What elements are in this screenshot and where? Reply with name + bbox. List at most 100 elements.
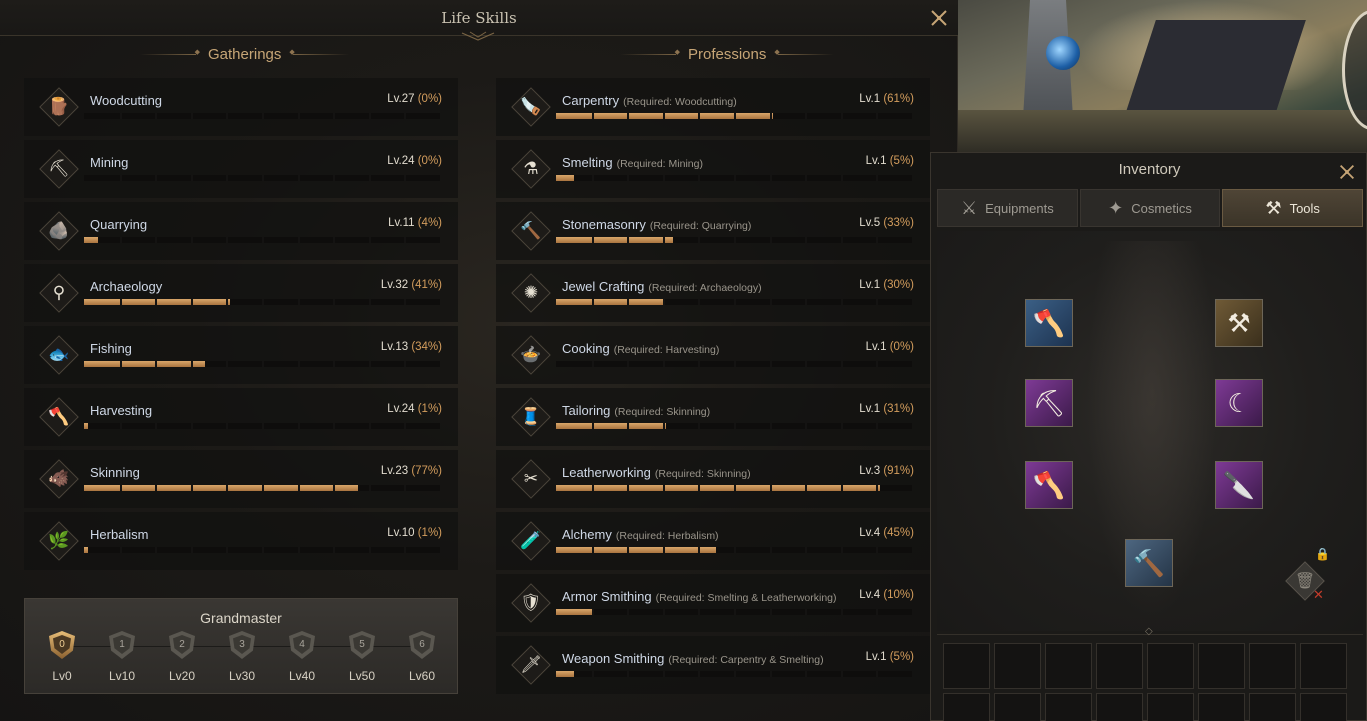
professions-row[interactable]: ✂ Leatherworking (Required: Skinning) Lv.3 … <box>496 450 930 508</box>
skill-progress-bar <box>556 113 912 119</box>
tab-label: Tools <box>1289 200 1320 216</box>
skill-requirement: (Required: Harvesting) <box>613 344 720 356</box>
sickle-icon[interactable]: ☾ <box>1215 379 1263 427</box>
gatherings-row[interactable]: 🪨 Quarrying Lv.11 (4%) <box>24 202 458 260</box>
skill-name: Stonemasonry (Required: Quarrying) <box>562 217 752 232</box>
fishing-icon: 🐟 <box>39 335 79 375</box>
tab-tools[interactable]: ⚒ Tools <box>1222 189 1364 227</box>
inventory-slot[interactable] <box>1249 693 1296 721</box>
skill-name: Fishing <box>90 341 132 356</box>
skill-name: Woodcutting <box>90 93 163 108</box>
skill-progress-bar <box>556 671 912 677</box>
skill-level: Lv.32 (41%) <box>380 279 442 291</box>
professions-row[interactable]: ⚗ Smelting (Required: Mining) Lv.1 (5%) <box>496 140 930 198</box>
inventory-slot[interactable] <box>1300 643 1347 689</box>
inventory-slot[interactable] <box>943 693 990 721</box>
close-life-skills-icon[interactable] <box>928 7 950 29</box>
gatherings-row[interactable]: 🪵 Woodcutting Lv.27 (0%) <box>24 78 458 136</box>
gatherings-row[interactable]: 🐟 Fishing Lv.13 (34%) <box>24 326 458 384</box>
inventory-slot[interactable] <box>1096 693 1143 721</box>
skill-progress-bar <box>556 609 912 615</box>
skill-progress-bar <box>84 113 440 119</box>
lock-icon: 🔒 <box>1315 547 1330 561</box>
inventory-slot[interactable] <box>1198 643 1245 689</box>
smithing-hammer-icon[interactable]: 🔨 <box>1125 539 1173 587</box>
professions-heading: Professions <box>620 44 835 64</box>
skill-progress-fill <box>556 299 663 305</box>
inventory-slot[interactable] <box>943 643 990 689</box>
tools-icon: ⚒ <box>1265 197 1282 218</box>
inventory-title: Inventory <box>1118 161 1181 178</box>
skill-progress-fill <box>556 175 574 181</box>
grandmaster-tier-6-icon: 6 <box>407 630 437 660</box>
grandmaster-tier-label: Lv40 <box>288 669 316 683</box>
leatherworking-icon: ✂ <box>511 459 551 499</box>
grandmaster-tier-1-icon: 1 <box>107 630 137 660</box>
inventory-slot[interactable] <box>1249 643 1296 689</box>
herbalism-icon: 🌿 <box>39 521 79 561</box>
tab-label: Cosmetics <box>1131 200 1192 216</box>
gatherings-heading: Gatherings <box>140 44 350 64</box>
gatherings-row[interactable]: ⛏ Mining Lv.24 (0%) <box>24 140 458 198</box>
inventory-slot[interactable] <box>1300 693 1347 721</box>
inventory-grid-row <box>943 643 1347 689</box>
harvest-axe-icon[interactable]: 🪓 <box>1025 461 1073 509</box>
professions-row[interactable]: 🍲 Cooking (Required: Harvesting) Lv.1 (0%) <box>496 326 930 384</box>
pickaxe-icon[interactable]: ⛏ <box>1025 379 1073 427</box>
professions-row[interactable]: 🪚 Carpentry (Required: Woodcutting) Lv.1 (6… <box>496 78 930 136</box>
skill-percent: (5%) <box>889 651 914 663</box>
close-inventory-icon[interactable] <box>1337 162 1359 184</box>
professions-row[interactable]: 🧵 Tailoring (Required: Skinning) Lv.1 (31%) <box>496 388 930 446</box>
tab-equipments[interactable]: ⚔ Equipments <box>937 189 1078 227</box>
grandmaster-tier-label: Lv20 <box>168 669 196 683</box>
skinning-icon: 🐗 <box>39 459 79 499</box>
skill-percent: (41%) <box>411 279 442 291</box>
professions-row[interactable]: 🔨 Stonemasonry (Required: Quarrying) Lv.5 (… <box>496 202 930 260</box>
inventory-slot[interactable] <box>1147 693 1194 721</box>
inventory-slot[interactable] <box>994 693 1041 721</box>
inventory-slot[interactable] <box>1045 693 1092 721</box>
skill-level: Lv.1 (31%) <box>859 403 914 415</box>
inventory-slot[interactable] <box>1147 643 1194 689</box>
professions-row[interactable]: 🛡 Armor Smithing (Required: Smelting & Lea… <box>496 574 930 632</box>
quarrying-icon: 🪨 <box>39 211 79 251</box>
inventory-panel: Inventory ⚔ Equipments ✦ Cosmetics ⚒ Tools 🪓 ⚒… <box>930 152 1367 721</box>
trash-button[interactable]: 🗑 ✕ 🔒 <box>1285 547 1330 602</box>
grandmaster-tier-label: Lv10 <box>108 669 136 683</box>
tab-cosmetics[interactable]: ✦ Cosmetics <box>1079 189 1221 227</box>
gatherings-row[interactable]: ⚲ Archaeology Lv.32 (41%) <box>24 264 458 322</box>
skill-percent: (4%) <box>417 217 442 229</box>
inventory-divider <box>937 626 1363 637</box>
skill-progress-bar <box>84 299 440 305</box>
skinning-knife-icon[interactable]: 🔪 <box>1215 461 1263 509</box>
stonemason-hammer-icon[interactable]: ⚒ <box>1215 299 1263 347</box>
skill-level: Lv.1 (5%) <box>865 651 914 663</box>
professions-row[interactable]: ✺ Jewel Crafting (Required: Archaeology) Lv… <box>496 264 930 322</box>
harvesting-icon: 🪓 <box>39 397 79 437</box>
inventory-slot[interactable] <box>994 643 1041 689</box>
skill-progress-bar <box>556 175 912 181</box>
gatherings-row[interactable]: 🌿 Herbalism Lv.10 (1%) <box>24 512 458 570</box>
professions-row[interactable]: 🗡 Weapon Smithing (Required: Carpentry & S… <box>496 636 930 694</box>
professions-row[interactable]: 🧪 Alchemy (Required: Herbalism) Lv.4 (45%) <box>496 512 930 570</box>
inventory-slot[interactable] <box>1096 643 1143 689</box>
grandmaster-tier-label: Lv50 <box>348 669 376 683</box>
glowing-orb-icon <box>1046 36 1080 70</box>
skill-name: Jewel Crafting (Required: Archaeology) <box>562 279 762 294</box>
inventory-slot[interactable] <box>1045 643 1092 689</box>
inventory-slot[interactable] <box>1198 693 1245 721</box>
grandmaster-tier-label: Lv0 <box>52 669 72 683</box>
tools-equip-stage: 🪓 ⚒ ⛏ ☾ 🪓 🔪 🔨 🗑 ✕ 🔒 <box>937 231 1363 631</box>
skill-requirement: (Required: Carpentry & Smelting) <box>668 654 824 666</box>
gatherings-row[interactable]: 🐗 Skinning Lv.23 (77%) <box>24 450 458 508</box>
skill-name: Weapon Smithing (Required: Carpentry & Sm… <box>562 651 824 666</box>
skill-percent: (77%) <box>411 465 442 477</box>
gatherings-row[interactable]: 🪓 Harvesting Lv.24 (1%) <box>24 388 458 446</box>
cosmetics-icon: ✦ <box>1108 197 1124 218</box>
stonemasonry-icon: 🔨 <box>511 211 551 251</box>
skill-progress-fill <box>556 237 674 243</box>
skill-progress-bar <box>556 237 912 243</box>
skill-level: Lv.13 (34%) <box>380 341 442 353</box>
archaeology-icon: ⚲ <box>39 273 79 313</box>
woodcutting-axe-icon[interactable]: 🪓 <box>1025 299 1073 347</box>
